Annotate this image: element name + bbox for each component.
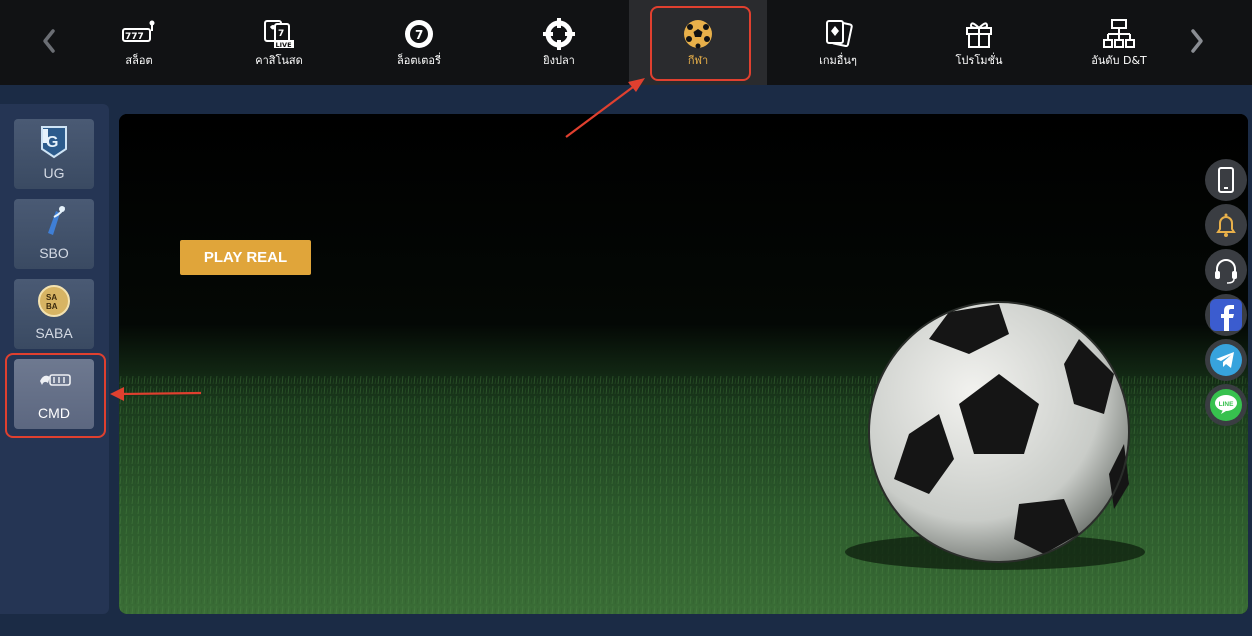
svg-text:7: 7 xyxy=(415,28,423,42)
nav-item-promotions[interactable]: โปรโมชั่น xyxy=(910,0,1048,85)
provider-label: SABA xyxy=(35,325,73,341)
play-real-button[interactable]: PLAY REAL xyxy=(180,240,311,275)
bell-icon[interactable] xyxy=(1205,204,1247,246)
nav-item-label: ล็อตเตอรี่ xyxy=(397,54,441,67)
facebook-icon[interactable] xyxy=(1205,294,1247,336)
nav-item-label: โปรโมชั่น xyxy=(955,54,1003,67)
svg-text:LIVE: LIVE xyxy=(276,41,292,49)
saba-logo-icon: SA BA xyxy=(34,283,74,319)
line-icon[interactable]: LINE xyxy=(1205,384,1247,426)
nav-item-sports[interactable]: กีฬา xyxy=(629,0,767,85)
nav-item-label: เกมอื่นๆ xyxy=(819,54,857,67)
playing-cards-icon xyxy=(821,18,855,50)
provider-label: SBO xyxy=(39,245,69,261)
nav-item-other-games[interactable]: เกมอื่นๆ xyxy=(769,0,907,85)
chevron-left-icon[interactable] xyxy=(38,24,60,58)
nav-item-lottery[interactable]: 7 ล็อตเตอรี่ xyxy=(350,0,488,85)
nav-item-ranking[interactable]: อันดับ D&T xyxy=(1050,0,1188,85)
crosshair-icon xyxy=(542,18,576,50)
line-label: LINE xyxy=(1219,401,1234,408)
nav-item-label: กีฬา xyxy=(687,54,709,67)
chevron-right-icon[interactable] xyxy=(1186,24,1208,58)
svg-text:7: 7 xyxy=(278,29,284,39)
top-navigation: 777 สล็อต 7 LIVE คาสิโนสด 7 ล็อตเตอรี่ ย… xyxy=(0,0,1252,85)
nav-item-label: คาสิโนสด xyxy=(255,54,303,67)
provider-label: CMD xyxy=(38,405,70,421)
nav-item-label: สล็อต xyxy=(125,54,153,67)
gift-icon xyxy=(962,18,996,50)
soccer-ball-on-grass-image xyxy=(119,114,1248,614)
headset-icon[interactable] xyxy=(1205,249,1247,291)
svg-text:SA: SA xyxy=(46,293,57,302)
svg-text:BA: BA xyxy=(46,302,58,311)
nav-item-fishing[interactable]: ยิงปลา xyxy=(490,0,628,85)
soccer-ball-icon xyxy=(681,18,715,50)
lottery-ball-icon: 7 xyxy=(402,18,436,50)
provider-sbo[interactable]: SBO xyxy=(14,199,94,269)
slot-machine-icon: 777 xyxy=(122,18,156,50)
cmd-logo-icon xyxy=(34,363,74,399)
nav-item-slots[interactable]: 777 สล็อต xyxy=(70,0,208,85)
provider-saba[interactable]: SA BA SABA xyxy=(14,279,94,349)
telegram-icon[interactable] xyxy=(1205,339,1247,381)
nav-item-live-casino[interactable]: 7 LIVE คาสิโนสด xyxy=(210,0,348,85)
mobile-phone-icon[interactable] xyxy=(1205,159,1247,201)
provider-ug[interactable]: G UG xyxy=(14,119,94,189)
nav-item-label: ยิงปลา xyxy=(543,54,575,67)
nav-item-label: อันดับ D&T xyxy=(1091,54,1147,67)
provider-cmd[interactable]: CMD xyxy=(14,359,94,429)
live-casino-icon: 7 LIVE xyxy=(262,18,296,50)
provider-label: UG xyxy=(43,165,65,181)
sports-banner: PLAY REAL xyxy=(119,114,1248,614)
svg-text:777: 777 xyxy=(125,32,144,42)
sbo-logo-icon xyxy=(34,203,74,239)
ug-logo-icon: G xyxy=(34,123,74,159)
hierarchy-icon xyxy=(1102,18,1136,50)
provider-sidebar: G UG SBO SA BA SABA CMD xyxy=(0,104,109,614)
